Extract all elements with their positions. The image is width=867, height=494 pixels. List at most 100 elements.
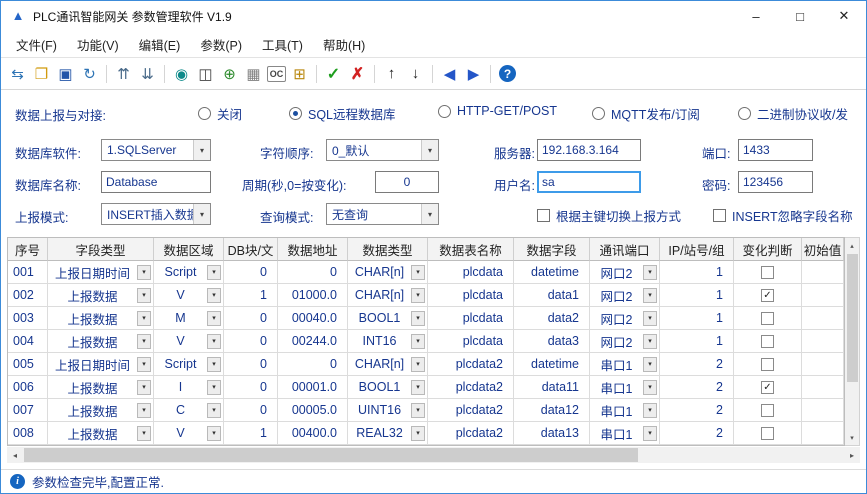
chevron-down-icon[interactable]: ▾ <box>411 311 425 326</box>
cell-comm-port[interactable]: 串口1 ▾ <box>590 353 660 376</box>
chevron-down-icon[interactable]: ▾ <box>411 265 425 280</box>
close-button[interactable]: ✕ <box>822 1 866 31</box>
scroll-up-button[interactable]: ▴ <box>845 238 859 253</box>
cell-data-field[interactable]: data13 <box>514 422 590 445</box>
cell-db-block[interactable]: 0 <box>224 261 278 284</box>
cell-data-type[interactable]: BOOL1 ▾ <box>348 376 428 399</box>
radio-option-binary[interactable]: 二进制协议收/发 <box>738 104 848 123</box>
report-mode-select[interactable]: INSERT插入数据 ▾ <box>101 203 211 225</box>
chevron-down-icon[interactable]: ▾ <box>207 311 221 326</box>
apply-icon[interactable]: ✓ <box>323 63 344 84</box>
chevron-down-icon[interactable]: ▾ <box>207 288 221 303</box>
cell-data-area[interactable]: I ▾ <box>154 376 224 399</box>
cell-row-no[interactable]: 001 <box>8 261 48 284</box>
cell-data-area[interactable]: V ▾ <box>154 330 224 353</box>
cell-data-address[interactable]: 00400.0 <box>278 422 348 445</box>
chevron-down-icon[interactable]: ▾ <box>137 288 151 303</box>
cell-field-type[interactable]: 上报数据 ▾ <box>48 330 154 353</box>
download-device-icon[interactable]: ⇊ <box>137 63 158 84</box>
cell-table-name[interactable]: plcdata <box>428 307 514 330</box>
chevron-down-icon[interactable]: ▾ <box>207 334 221 349</box>
server-input[interactable] <box>537 139 641 161</box>
cell-initial-value[interactable] <box>802 422 844 445</box>
cell-data-area[interactable]: Script ▾ <box>154 353 224 376</box>
char-order-select[interactable]: 0_默认 ▾ <box>326 139 439 161</box>
cell-field-type[interactable]: 上报数据 ▾ <box>48 399 154 422</box>
cell-initial-value[interactable] <box>802 261 844 284</box>
chevron-down-icon[interactable]: ▾ <box>411 288 425 303</box>
cell-data-type[interactable]: REAL32 ▾ <box>348 422 428 445</box>
cell-change-detect[interactable] <box>734 422 802 445</box>
db-name-input[interactable] <box>101 171 211 193</box>
chevron-down-icon[interactable]: ▾ <box>411 426 425 441</box>
cell-station[interactable]: 1 <box>660 307 734 330</box>
cancel-icon[interactable]: ✗ <box>347 63 368 84</box>
cell-comm-port[interactable]: 网口2 ▾ <box>590 330 660 353</box>
cell-data-field[interactable]: data12 <box>514 399 590 422</box>
cell-station[interactable]: 1 <box>660 284 734 307</box>
cell-comm-port[interactable]: 串口1 ▾ <box>590 399 660 422</box>
cell-change-detect[interactable] <box>734 399 802 422</box>
radio-option-close[interactable]: 关闭 <box>198 104 242 123</box>
scroll-left-button[interactable]: ◂ <box>7 447 23 463</box>
change-detect-checkbox[interactable] <box>761 266 774 279</box>
chevron-down-icon[interactable]: ▾ <box>207 357 221 372</box>
monitor-search-icon[interactable]: ◫ <box>195 63 216 84</box>
cell-change-detect[interactable] <box>734 330 802 353</box>
chevron-down-icon[interactable]: ▾ <box>421 140 438 160</box>
chevron-down-icon[interactable]: ▾ <box>207 380 221 395</box>
cell-table-name[interactable]: plcdata2 <box>428 376 514 399</box>
cell-initial-value[interactable] <box>802 284 844 307</box>
cell-comm-port[interactable]: 网口2 ▾ <box>590 261 660 284</box>
radio-option-sql-database[interactable]: SQL远程数据库 <box>289 104 396 123</box>
chevron-down-icon[interactable]: ▾ <box>643 288 657 303</box>
chevron-down-icon[interactable]: ▾ <box>207 265 221 280</box>
h-scrollbar[interactable]: ◂ ▸ <box>7 447 860 463</box>
password-input[interactable] <box>738 171 813 193</box>
cell-row-no[interactable]: 005 <box>8 353 48 376</box>
cell-db-block[interactable]: 1 <box>224 284 278 307</box>
radio-option-http[interactable]: HTTP-GET/POST <box>438 104 557 118</box>
username-input[interactable] <box>537 171 641 193</box>
cell-data-type[interactable]: BOOL1 ▾ <box>348 307 428 330</box>
cell-data-area[interactable]: M ▾ <box>154 307 224 330</box>
v-scroll-thumb[interactable] <box>847 254 858 382</box>
change-detect-checkbox[interactable] <box>761 312 774 325</box>
cell-initial-value[interactable] <box>802 330 844 353</box>
move-up-icon[interactable]: ↑ <box>381 63 402 84</box>
cell-row-no[interactable]: 006 <box>8 376 48 399</box>
chevron-down-icon[interactable]: ▾ <box>137 426 151 441</box>
cell-table-name[interactable]: plcdata <box>428 261 514 284</box>
menu-item-function[interactable]: 功能(V) <box>67 31 129 58</box>
cell-field-type[interactable]: 上报数据 ▾ <box>48 307 154 330</box>
cell-table-name[interactable]: plcdata <box>428 330 514 353</box>
cell-data-address[interactable]: 01000.0 <box>278 284 348 307</box>
chevron-down-icon[interactable]: ▾ <box>411 334 425 349</box>
cell-data-address[interactable]: 00040.0 <box>278 307 348 330</box>
save-icon[interactable]: ▣ <box>55 63 76 84</box>
scroll-right-button[interactable]: ▸ <box>844 447 860 463</box>
cell-data-address[interactable]: 00244.0 <box>278 330 348 353</box>
cell-data-field[interactable]: data2 <box>514 307 590 330</box>
cell-comm-port[interactable]: 网口2 ▾ <box>590 307 660 330</box>
chevron-down-icon[interactable]: ▾ <box>137 334 151 349</box>
menu-item-help[interactable]: 帮助(H) <box>313 31 375 58</box>
cell-data-type[interactable]: CHAR[n] ▾ <box>348 284 428 307</box>
cell-db-block[interactable]: 0 <box>224 353 278 376</box>
chevron-down-icon[interactable]: ▾ <box>137 265 151 280</box>
menu-item-file[interactable]: 文件(F) <box>6 31 67 58</box>
cell-data-field[interactable]: data1 <box>514 284 590 307</box>
chevron-down-icon[interactable]: ▾ <box>137 403 151 418</box>
cell-initial-value[interactable] <box>802 353 844 376</box>
chevron-down-icon[interactable]: ▾ <box>411 380 425 395</box>
change-detect-checkbox[interactable] <box>761 404 774 417</box>
cell-table-name[interactable]: plcdata2 <box>428 353 514 376</box>
cell-station[interactable]: 1 <box>660 261 734 284</box>
cell-field-type[interactable]: 上报日期时间 ▾ <box>48 353 154 376</box>
query-mode-select[interactable]: 无查询 ▾ <box>326 203 439 225</box>
cell-row-no[interactable]: 002 <box>8 284 48 307</box>
period-input[interactable] <box>375 171 439 193</box>
comm-config-icon[interactable]: ⇆ <box>7 63 28 84</box>
chevron-down-icon[interactable]: ▾ <box>643 311 657 326</box>
minimize-button[interactable]: – <box>734 1 778 31</box>
